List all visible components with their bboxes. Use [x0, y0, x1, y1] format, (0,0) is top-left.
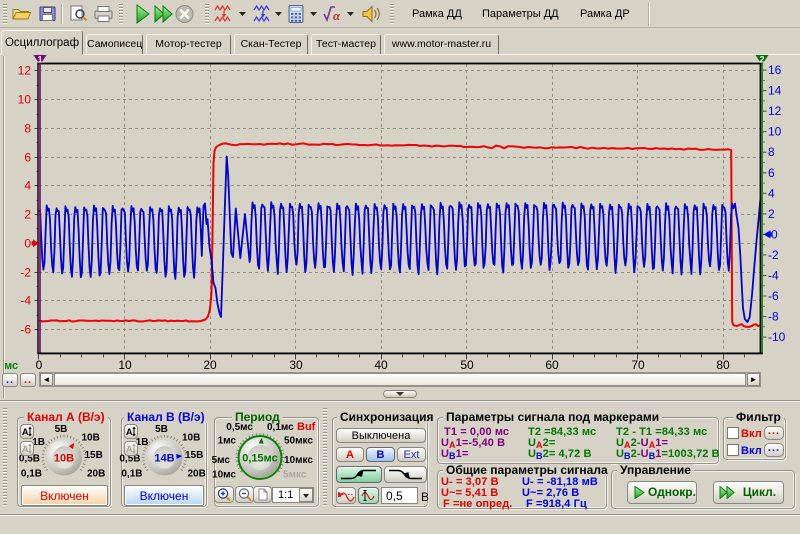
svg-text:15В: 15В — [85, 450, 103, 461]
svg-text:0: 0 — [36, 358, 43, 372]
svg-text:2: 2 — [759, 55, 764, 65]
svg-text:6: 6 — [768, 166, 775, 180]
svg-text:50мкс: 50мкс — [284, 436, 313, 447]
svg-text:-2: -2 — [768, 248, 779, 262]
svg-text:-4: -4 — [20, 294, 31, 308]
svg-text:8: 8 — [768, 145, 775, 159]
svg-text:0,1В: 0,1В — [21, 469, 42, 480]
svg-text:10В: 10В — [54, 453, 74, 465]
svg-text:4: 4 — [24, 179, 31, 193]
svg-text:12: 12 — [18, 64, 32, 78]
svg-text:6: 6 — [24, 151, 31, 165]
svg-text:10В: 10В — [82, 433, 100, 444]
svg-text:A: A — [22, 444, 29, 454]
svg-text:8: 8 — [24, 122, 31, 136]
svg-text:0,1мс: 0,1мс — [267, 422, 294, 433]
svg-text:60: 60 — [545, 358, 559, 372]
svg-text:10мкс: 10мкс — [284, 455, 313, 466]
svg-text:14В: 14В — [154, 453, 174, 465]
svg-text:14: 14 — [768, 84, 782, 98]
svg-text:-2: -2 — [20, 266, 31, 280]
svg-text:5мкс: 5мкс — [283, 470, 307, 481]
svg-text:0,5мс: 0,5мс — [226, 422, 253, 433]
svg-text:1мс: 1мс — [218, 436, 237, 447]
svg-text:A: A — [126, 444, 133, 454]
svg-text:2: 2 — [24, 208, 31, 222]
svg-text:20: 20 — [203, 358, 217, 372]
svg-text:0,15мс: 0,15мс — [242, 453, 278, 465]
svg-text:4: 4 — [768, 186, 775, 200]
svg-text:40: 40 — [374, 358, 388, 372]
svg-text:-6: -6 — [20, 323, 31, 337]
svg-text:мс: мс — [4, 360, 18, 372]
svg-text:0,1В: 0,1В — [121, 469, 142, 480]
svg-text:2: 2 — [768, 207, 775, 221]
svg-text:80: 80 — [716, 358, 730, 372]
svg-text:20В: 20В — [188, 469, 206, 480]
svg-text:10: 10 — [768, 125, 782, 139]
svg-text:-8: -8 — [768, 310, 779, 324]
svg-text:5В: 5В — [55, 424, 68, 435]
svg-text:10: 10 — [18, 93, 32, 107]
svg-text:20В: 20В — [87, 469, 105, 480]
svg-text:0: 0 — [24, 237, 31, 251]
svg-text:5мс: 5мс — [212, 455, 231, 466]
svg-text:5В: 5В — [155, 424, 168, 435]
svg-text:70: 70 — [631, 358, 645, 372]
svg-text:10мс: 10мс — [212, 470, 236, 481]
svg-text:16: 16 — [768, 63, 782, 77]
svg-text:10: 10 — [118, 358, 132, 372]
svg-text:10В: 10В — [182, 433, 200, 444]
svg-text:A: A — [126, 427, 133, 437]
svg-text:-10: -10 — [768, 330, 786, 344]
svg-text:-4: -4 — [768, 269, 779, 283]
svg-text:A: A — [22, 427, 29, 437]
svg-text:1В: 1В — [32, 437, 45, 448]
svg-text:-6: -6 — [768, 289, 779, 303]
svg-text:Buf: Buf — [297, 421, 316, 433]
svg-text:1: 1 — [37, 55, 42, 65]
svg-text:30: 30 — [289, 358, 303, 372]
svg-text:15В: 15В — [185, 450, 203, 461]
svg-text:12: 12 — [768, 104, 782, 118]
svg-text:50: 50 — [460, 358, 474, 372]
